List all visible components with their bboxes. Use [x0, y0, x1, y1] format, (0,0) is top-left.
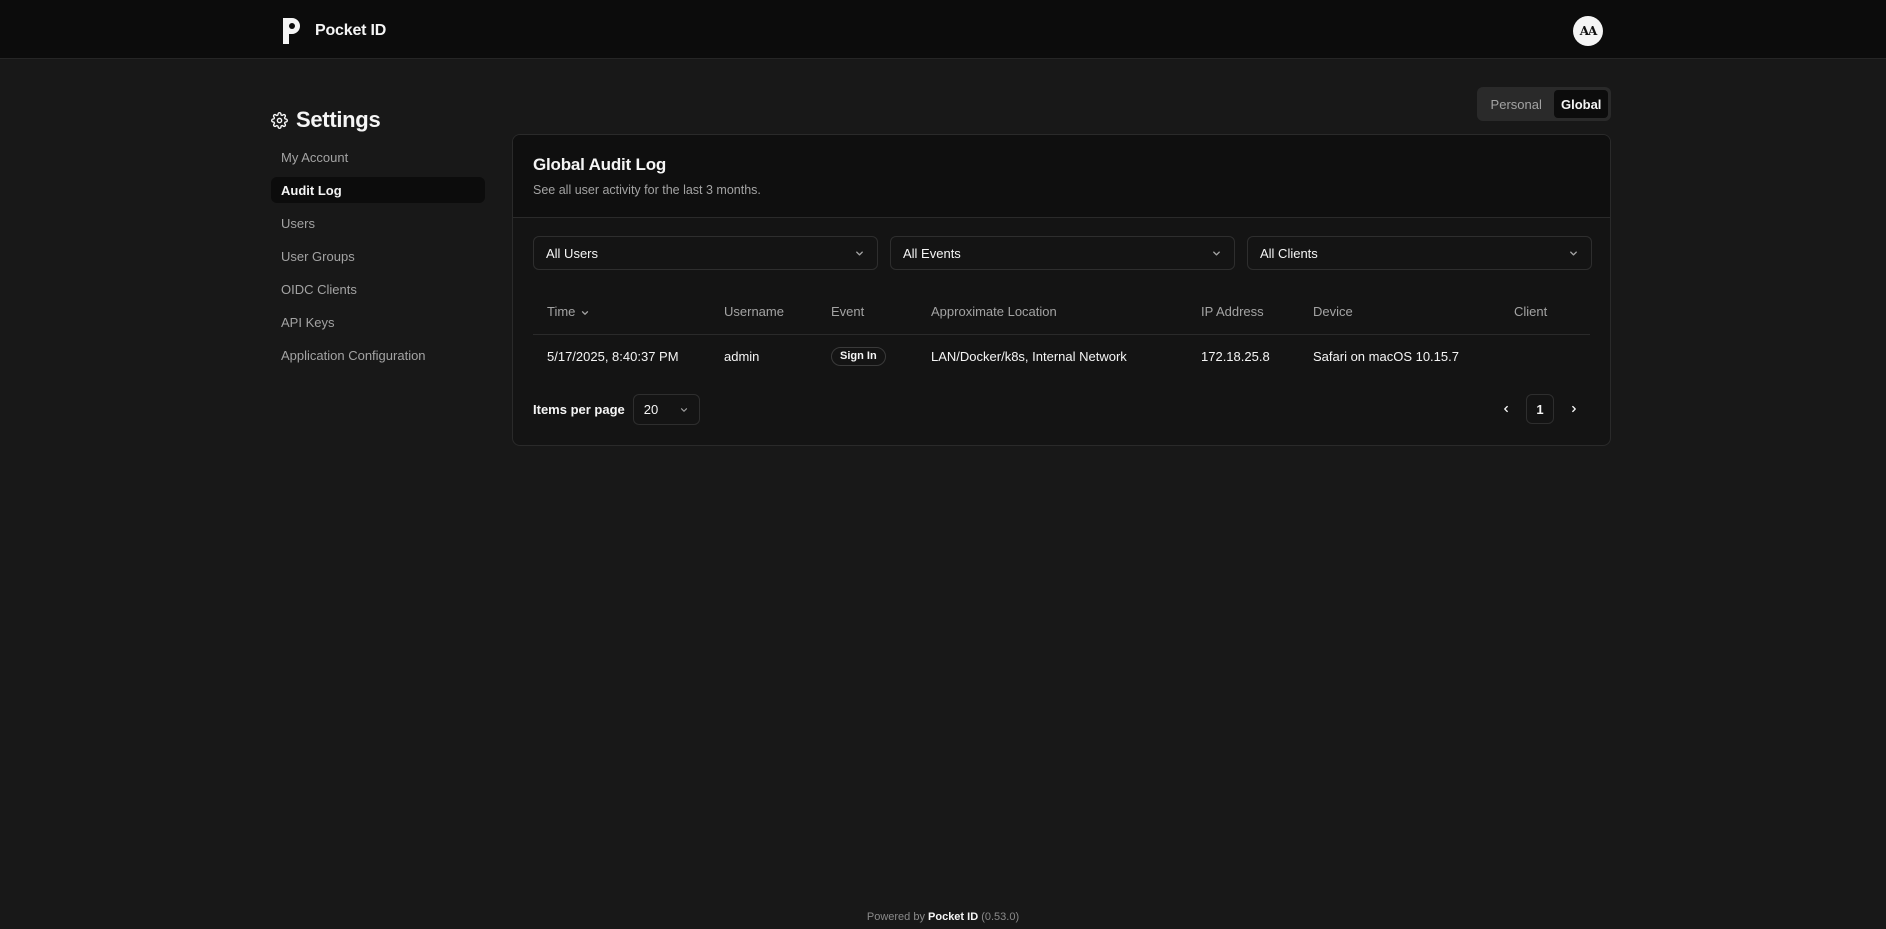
cell-device: Safari on macOS 10.15.7	[1313, 348, 1459, 364]
sidebar-item-user-groups[interactable]: User Groups	[271, 243, 485, 269]
cell-ip: 172.18.25.8	[1201, 348, 1270, 364]
events-filter-select[interactable]: All Events	[890, 236, 1235, 270]
items-per-page-value: 20	[643, 402, 659, 417]
chevron-left-icon	[1504, 405, 1508, 413]
users-filter-select[interactable]: All Users	[533, 236, 878, 270]
version-text: (0.53.0)	[981, 911, 1020, 923]
app-name: Pocket ID	[315, 22, 387, 39]
events-filter-value: All Events	[903, 245, 961, 261]
audit-log-card: Global Audit Log See all user activity f…	[512, 134, 1611, 446]
tab-personal[interactable]: Personal	[1480, 90, 1552, 118]
gear-icon	[271, 111, 288, 129]
chevron-down-icon	[1570, 250, 1577, 256]
column-header-event: Event	[831, 290, 931, 335]
sidebar-item-api-keys[interactable]: API Keys	[271, 309, 485, 335]
chevron-down-icon	[856, 250, 863, 256]
audit-scope-toggle: Personal Global	[1477, 87, 1611, 121]
cell-time: 5/17/2025, 8:40:37 PM	[547, 348, 679, 364]
column-header-device: Device	[1313, 290, 1514, 335]
powered-by-footer: Powered by Pocket ID (0.53.0)	[0, 911, 1886, 923]
column-header-ip: IP Address	[1201, 290, 1313, 335]
sort-chevron-down-icon	[582, 310, 589, 315]
chevron-down-icon	[1213, 250, 1220, 256]
cell-client	[1514, 334, 1590, 378]
sidebar-item-my-account[interactable]: My Account	[271, 144, 485, 170]
settings-nav: My Account Audit Log Users User Groups O…	[271, 144, 485, 375]
pagination: 1	[1492, 394, 1588, 424]
powered-by-text: Powered by	[866, 911, 925, 923]
table-header-row: Time Username Event Approximate Location…	[533, 290, 1590, 335]
next-page-button[interactable]	[1560, 394, 1588, 424]
cell-username: admin	[724, 348, 760, 364]
chevron-right-icon	[1572, 405, 1576, 413]
cell-location: LAN/Docker/k8s, Internal Network	[931, 348, 1127, 364]
sidebar-item-application-configuration[interactable]: Application Configuration	[271, 342, 485, 368]
table-row: 5/17/2025, 8:40:37 PM admin Sign In LAN/…	[533, 334, 1590, 378]
column-header-location: Approximate Location	[931, 290, 1201, 335]
column-header-client: Client	[1514, 290, 1590, 335]
items-per-page-label: Items per page	[533, 402, 625, 417]
audit-log-table: Time Username Event Approximate Location…	[533, 290, 1590, 378]
users-filter-value: All Users	[546, 245, 599, 261]
card-header: Global Audit Log See all user activity f…	[513, 135, 1610, 218]
settings-heading: Settings	[296, 107, 381, 132]
filters: All Users All Events All Clients	[533, 236, 1592, 270]
previous-page-button[interactable]	[1492, 394, 1520, 424]
card-title: Global Audit Log	[533, 155, 667, 174]
clients-filter-select[interactable]: All Clients	[1247, 236, 1592, 270]
event-badge: Sign In	[831, 346, 886, 366]
sidebar-item-oidc-clients[interactable]: OIDC Clients	[271, 276, 485, 302]
column-header-time[interactable]: Time	[533, 290, 724, 335]
settings-title: Settings	[271, 107, 381, 133]
column-header-username: Username	[724, 290, 831, 335]
card-description: See all user activity for the last 3 mon…	[533, 183, 761, 197]
page-number-button[interactable]: 1	[1526, 394, 1554, 424]
clients-filter-value: All Clients	[1260, 245, 1318, 261]
tab-global[interactable]: Global	[1554, 90, 1608, 118]
brand[interactable]: Pocket ID	[281, 17, 386, 45]
powered-by-brand-link[interactable]: Pocket ID	[928, 911, 978, 923]
chevron-down-icon	[680, 407, 687, 412]
top-bar: Pocket ID AA	[0, 0, 1886, 59]
user-avatar[interactable]: AA	[1573, 16, 1603, 46]
cell-event: Sign In	[831, 334, 931, 378]
sidebar-item-audit-log[interactable]: Audit Log	[271, 177, 485, 203]
items-per-page-select[interactable]: 20	[632, 394, 700, 425]
sidebar-item-users[interactable]: Users	[271, 210, 485, 236]
items-per-page: Items per page 20	[533, 394, 700, 425]
pocket-id-logo-icon	[283, 18, 300, 44]
